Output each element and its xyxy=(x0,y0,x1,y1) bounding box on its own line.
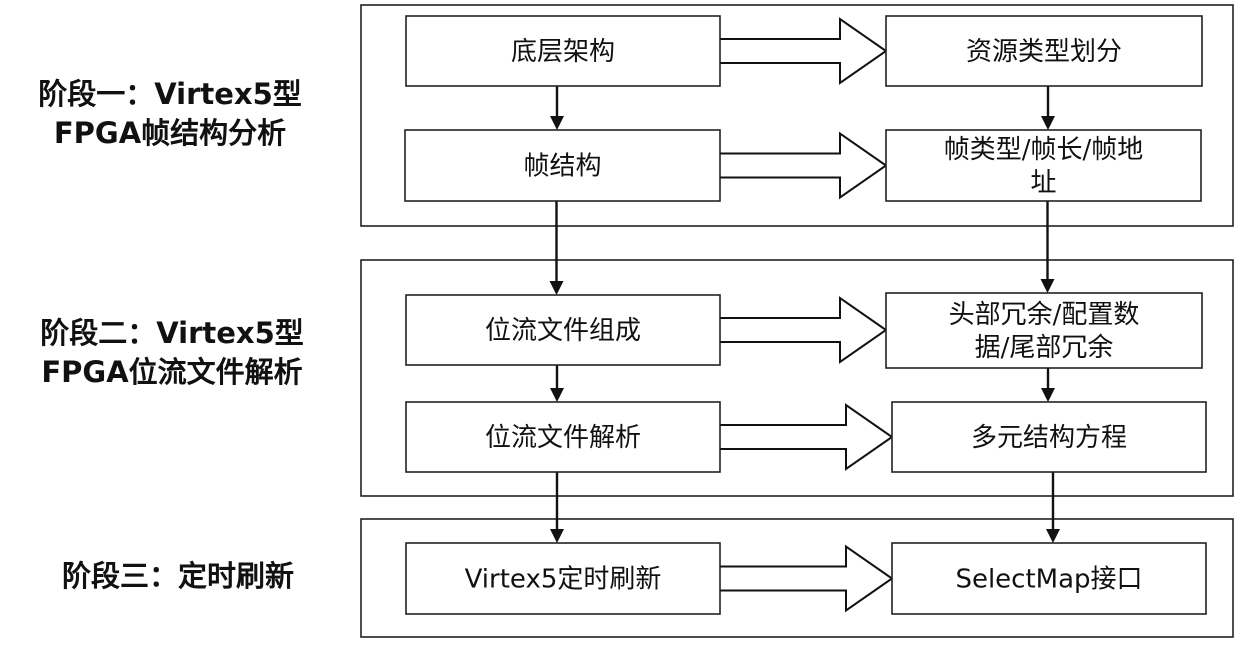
arrowhead-icon xyxy=(1040,279,1055,293)
node-n7: 头部冗余/配置数据/尾部冗余 xyxy=(885,292,1203,369)
arrowhead-icon xyxy=(1046,529,1060,543)
arrowhead-icon xyxy=(1041,388,1055,402)
stage-label-1-line-2: FPGA帧结构分析 xyxy=(54,116,286,150)
node-label: 据/尾部冗余 xyxy=(975,333,1114,363)
stage-labels: 阶段一：Virtex5型 FPGA帧结构分析阶段二：Virtex5型 FPGA位流文… xyxy=(38,77,304,593)
node-label: 位流文件组成 xyxy=(485,316,641,346)
nodes: 底层架构帧结构资源类型划分帧类型/帧长/帧地址位流文件组成位流文件解析头部冗余/… xyxy=(404,15,1207,615)
node-label: 帧类型/帧长/帧地 xyxy=(944,135,1144,165)
arrowhead-icon xyxy=(550,529,564,543)
node-n9: Virtex5定时刷新 xyxy=(405,542,721,615)
stage-label-3-line-1: 阶段三：定时刷新 xyxy=(62,559,294,593)
stage-label-1-line-1: 阶段一：Virtex5型 xyxy=(38,77,302,111)
node-label: 址 xyxy=(1030,168,1056,198)
stage-label-2-line-1: 阶段二：Virtex5型 xyxy=(40,316,304,350)
block-arrow-n2-n4 xyxy=(720,131,888,200)
node-label: 多元结构方程 xyxy=(971,423,1127,453)
block-arrow-n9-n10 xyxy=(720,544,894,613)
node-label: 头部冗余/配置数 xyxy=(949,300,1140,330)
node-n8: 多元结构方程 xyxy=(891,401,1207,473)
node-n5: 位流文件组成 xyxy=(405,294,721,366)
arrowhead-icon xyxy=(550,116,564,130)
stage-label-2-line-2: FPGA位流文件解析 xyxy=(41,355,302,389)
node-label: 位流文件解析 xyxy=(485,423,641,453)
node-label: 资源类型划分 xyxy=(966,37,1122,67)
node-label: SelectMap接口 xyxy=(955,565,1142,595)
node-n1: 底层架构 xyxy=(405,15,721,87)
block-arrow-n1-n3 xyxy=(720,17,888,85)
arrowhead-icon xyxy=(550,388,564,402)
node-label: 帧结构 xyxy=(523,152,601,182)
block-arrow-n5-n7 xyxy=(720,296,888,364)
node-n4: 帧类型/帧长/帧地址 xyxy=(885,129,1202,202)
arrowhead-icon xyxy=(549,281,564,295)
node-n3: 资源类型划分 xyxy=(885,15,1203,87)
node-n6: 位流文件解析 xyxy=(405,401,721,473)
node-label: Virtex5定时刷新 xyxy=(465,565,662,595)
node-n10: SelectMap接口 xyxy=(891,542,1207,615)
arrowhead-icon xyxy=(1041,116,1055,130)
flow-diagram: 底层架构帧结构资源类型划分帧类型/帧长/帧地址位流文件组成位流文件解析头部冗余/… xyxy=(38,4,1234,638)
block-arrow-n6-n8 xyxy=(720,403,894,471)
node-label: 底层架构 xyxy=(511,37,615,67)
node-n2: 帧结构 xyxy=(404,129,721,202)
